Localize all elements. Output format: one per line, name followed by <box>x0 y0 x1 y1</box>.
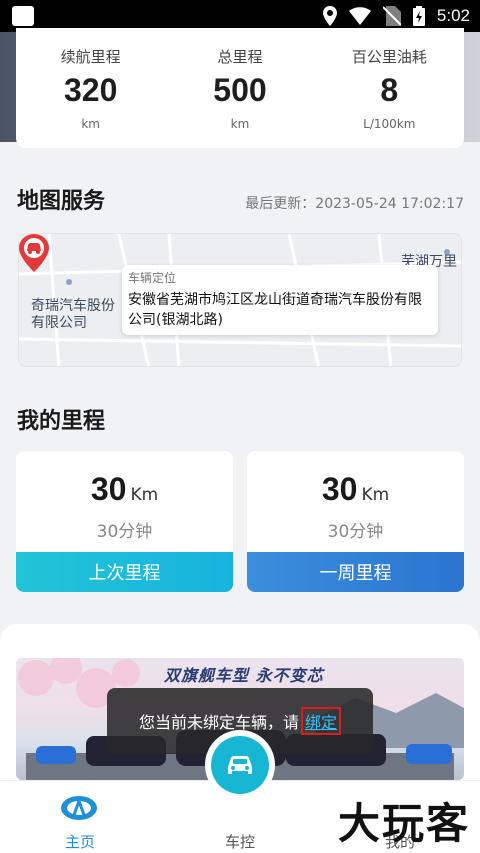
mileage-unit: Km <box>130 485 159 505</box>
weekly-mileage-card: 30 Km 30分钟 一周里程 <box>247 451 464 592</box>
stat-total-mileage: 总里程 500 km <box>165 28 314 148</box>
battery-icon <box>412 6 425 26</box>
mileage-value: 30 <box>321 471 358 507</box>
mileage-duration: 30分钟 <box>327 522 384 542</box>
location-icon <box>322 6 337 26</box>
map-service-title: 地图服务 <box>17 189 106 214</box>
vehicle-stats-card: 续航里程 320 km 总里程 500 km 百公里油耗 8 L/100km <box>16 28 464 148</box>
stat-unit: km <box>81 117 100 131</box>
mileage-duration: 30分钟 <box>96 522 153 542</box>
mileage-title: 我的里程 <box>17 409 106 434</box>
chery-logo-icon <box>61 796 97 820</box>
stat-value: 8 <box>380 72 399 108</box>
callout-title: 车辆定位 <box>128 271 177 285</box>
wifi-icon <box>348 7 371 25</box>
clock: 5:02 <box>436 6 470 25</box>
stat-unit: km <box>230 117 250 131</box>
watermark: 大玩客 <box>337 799 470 848</box>
last-trip-button[interactable]: 上次里程 <box>16 552 233 592</box>
mileage-unit: Km <box>361 485 390 505</box>
nav-home[interactable]: 主页 <box>20 781 140 853</box>
map-poi-label: 奇瑞汽车股份有限公司 <box>31 298 115 331</box>
app-icon <box>12 6 34 26</box>
stat-label: 续航里程 <box>60 48 121 66</box>
stat-value: 500 <box>213 72 267 108</box>
mileage-value: 30 <box>90 471 127 507</box>
banner-tagline: 双旗舰车型 永不变芯 <box>164 666 324 685</box>
car-location-pin-icon[interactable] <box>19 234 49 272</box>
stat-label: 总里程 <box>217 48 263 66</box>
location-callout: 车辆定位 安徽省芜湖市鸠江区龙山街道奇瑞汽车股份有限公司(银湖北路) <box>122 265 438 335</box>
weekly-mileage-button[interactable]: 一周里程 <box>247 552 464 592</box>
toast-text: 您当前未绑定车辆，请 <box>138 713 299 732</box>
nav-control-label: 车控 <box>224 833 255 851</box>
no-sim-icon <box>382 6 401 26</box>
callout-address: 安徽省芜湖市鸠江区龙山街道奇瑞汽车股份有限公司(银湖北路) <box>128 292 422 328</box>
stat-range: 续航里程 320 km <box>16 28 165 148</box>
vehicle-location-map[interactable]: 奇瑞汽车股份有限公司 芜湖万里有限 车辆定位 安徽省芜湖市鸠江区龙山街道奇瑞汽车… <box>18 233 462 367</box>
nav-home-label: 主页 <box>64 833 95 851</box>
vehicle-control-button[interactable] <box>211 736 269 794</box>
last-update-time: 最后更新：2023-05-24 17:02:17 <box>245 196 464 212</box>
stat-unit: L/100km <box>363 117 416 131</box>
stat-value: 320 <box>63 72 118 108</box>
stat-fuel-consumption: 百公里油耗 8 L/100km <box>315 28 464 148</box>
stat-label: 百公里油耗 <box>351 48 427 66</box>
car-icon <box>228 756 252 774</box>
bind-vehicle-link[interactable]: 绑定 <box>301 707 342 735</box>
last-trip-card: 30 Km 30分钟 上次里程 <box>16 451 233 592</box>
